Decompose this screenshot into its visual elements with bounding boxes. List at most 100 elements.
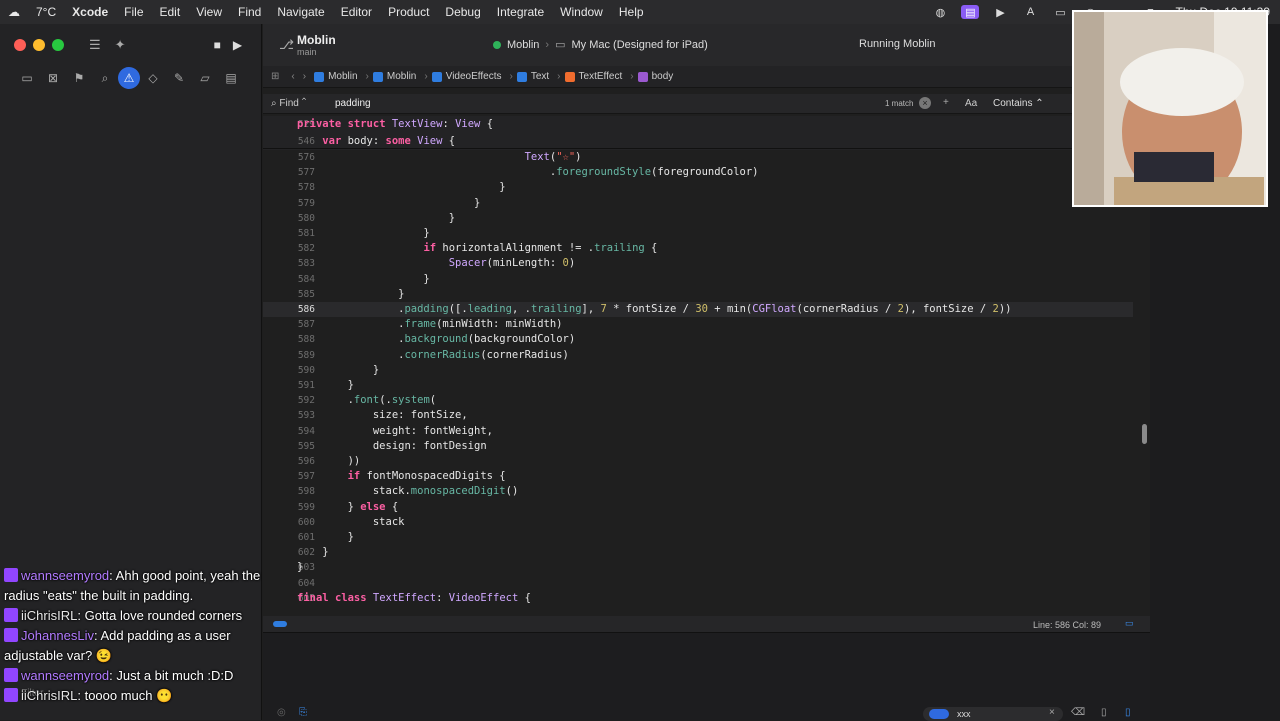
screen-share-icon[interactable]: ▤ bbox=[961, 5, 980, 19]
clear-find-icon[interactable]: × bbox=[919, 97, 931, 109]
code-line[interactable]: 584 } bbox=[263, 272, 1133, 287]
debug-bar: Line: 586 Col: 89 ▭ bbox=[263, 616, 1150, 632]
current-code-line[interactable]: 586 .padding([.leading, .trailing], 7 * … bbox=[263, 302, 1133, 317]
crumb-group-moblin[interactable]: Moblin bbox=[372, 71, 416, 82]
code-line[interactable]: 599 } else { bbox=[263, 500, 1133, 515]
play-icon[interactable]: ▶ bbox=[991, 5, 1009, 19]
battery-icon[interactable]: ▭ bbox=[1051, 5, 1069, 19]
code-line[interactable]: 592 .font(.system( bbox=[263, 393, 1133, 408]
forward-arrow-icon[interactable]: › bbox=[303, 71, 306, 82]
menu-find[interactable]: Find bbox=[230, 5, 269, 19]
related-items-icon[interactable]: ⊞ bbox=[271, 71, 279, 82]
split-left-icon[interactable]: ▯ bbox=[1101, 707, 1107, 718]
find-navigator-icon[interactable]: ⌕ bbox=[92, 67, 118, 89]
code-line[interactable]: 604 bbox=[263, 576, 1133, 591]
breakpoint-icon[interactable]: ▱ bbox=[192, 67, 218, 89]
menu-integrate[interactable]: Integrate bbox=[489, 5, 552, 19]
find-mode-selector[interactable]: ⌕ Find ⌃ bbox=[271, 98, 306, 109]
swift-file-icon bbox=[564, 71, 575, 82]
chat-message: wannseemyrod: Ahh good point, yeah the r… bbox=[4, 568, 261, 603]
code-line[interactable]: 580 } bbox=[263, 211, 1133, 226]
app-menu[interactable]: Xcode bbox=[64, 5, 116, 19]
code-line[interactable]: 577 .foregroundStyle(foregroundColor) bbox=[263, 165, 1133, 180]
crumb-body[interactable]: body bbox=[637, 71, 673, 82]
code-line[interactable]: 578 } bbox=[263, 180, 1133, 195]
crumb-texteffect[interactable]: TextEffect bbox=[564, 71, 622, 82]
folder-icon bbox=[431, 71, 442, 82]
code-line[interactable]: 601 } bbox=[263, 530, 1133, 545]
code-line[interactable]: 582 if horizontalAlignment != .trailing … bbox=[263, 241, 1133, 256]
property-icon bbox=[637, 71, 648, 82]
run-button[interactable]: ▶ bbox=[233, 38, 242, 52]
apple-logo-icon[interactable]: ☁ bbox=[0, 5, 28, 19]
code-line[interactable]: 585 } bbox=[263, 287, 1133, 302]
find-input[interactable]: padding bbox=[335, 98, 371, 109]
source-editor[interactable]: 529 private struct TextView: View {546 va… bbox=[263, 116, 1150, 636]
debug-spray-icon[interactable]: ✎ bbox=[166, 67, 192, 89]
issue-warning-icon[interactable]: ⚠ bbox=[118, 67, 140, 89]
code-line[interactable]: 587 .frame(minWidth: minWidth) bbox=[263, 317, 1133, 332]
console-filter-field[interactable]: xxx bbox=[923, 707, 1063, 721]
debug-area-toggle-icon[interactable]: ▭ bbox=[1125, 618, 1134, 629]
crumb-text[interactable]: Text bbox=[516, 71, 549, 82]
project-title[interactable]: Moblin main bbox=[297, 33, 336, 57]
code-line[interactable]: 597 if fontMonospacedDigits { bbox=[263, 469, 1133, 484]
code-line[interactable]: 600 stack bbox=[263, 515, 1133, 530]
back-arrow-icon[interactable]: ‹ bbox=[291, 71, 294, 82]
code-line[interactable]: 591 } bbox=[263, 378, 1133, 393]
chat-message: wannseemyrod: Just a bit much :D:D bbox=[4, 666, 286, 686]
code-line[interactable]: 605 final class TextEffect: VideoEffect { bbox=[263, 591, 1133, 606]
globe-icon[interactable]: ◍ bbox=[931, 5, 949, 19]
input-source-icon[interactable]: A bbox=[1021, 5, 1039, 19]
menu-debug[interactable]: Debug bbox=[437, 5, 488, 19]
code-line[interactable]: 594 weight: fontWeight, bbox=[263, 424, 1133, 439]
scheme-selector[interactable]: Moblin › ▭ My Mac (Designed for iPad) bbox=[493, 38, 708, 51]
webcam-overlay bbox=[1072, 10, 1268, 207]
add-pattern-icon[interactable]: + bbox=[943, 97, 949, 108]
code-line[interactable]: 579 } bbox=[263, 196, 1133, 211]
navigator-toggle-icon[interactable]: ☰ bbox=[89, 37, 101, 53]
split-right-icon[interactable]: ▯ bbox=[1125, 707, 1131, 718]
debug-memory-icon[interactable]: ⎘ bbox=[299, 707, 307, 718]
match-mode-selector[interactable]: Contains ⌃ bbox=[993, 98, 1044, 109]
code-line[interactable]: 581 } bbox=[263, 226, 1133, 241]
menu-file[interactable]: File bbox=[116, 5, 151, 19]
zoom-window-button[interactable] bbox=[52, 39, 64, 51]
match-case-button[interactable]: Aa bbox=[965, 98, 977, 109]
menu-help[interactable]: Help bbox=[611, 5, 652, 19]
report-icon[interactable]: ▤ bbox=[218, 67, 244, 89]
code-line[interactable]: 596 )) bbox=[263, 454, 1133, 469]
sparkle-icon[interactable]: ✦ bbox=[115, 37, 126, 53]
menu-view[interactable]: View bbox=[188, 5, 230, 19]
menu-editor[interactable]: Editor bbox=[333, 5, 380, 19]
sticky-scope-line[interactable]: 529 private struct TextView: View { bbox=[263, 116, 1133, 133]
code-line[interactable]: 583 Spacer(minLength: 0) bbox=[263, 256, 1133, 271]
code-line[interactable]: 598 stack.monospacedDigit() bbox=[263, 484, 1133, 499]
code-line[interactable]: 593 size: fontSize, bbox=[263, 408, 1133, 423]
code-line[interactable]: 590 } bbox=[263, 363, 1133, 378]
auto-icon[interactable]: ◎ bbox=[277, 707, 286, 718]
clear-filter-icon[interactable]: × bbox=[1049, 707, 1055, 718]
trash-icon[interactable]: ⌫ bbox=[1071, 707, 1085, 718]
folder-icon bbox=[516, 71, 527, 82]
code-line[interactable]: 595 design: fontDesign bbox=[263, 439, 1133, 454]
crumb-project[interactable]: Moblin bbox=[314, 71, 358, 82]
vertical-scrollbar[interactable] bbox=[1142, 424, 1147, 444]
menu-edit[interactable]: Edit bbox=[152, 5, 189, 19]
bookmark-icon[interactable]: ⚑ bbox=[66, 67, 92, 89]
code-line[interactable]: 589 .cornerRadius(cornerRadius) bbox=[263, 348, 1133, 363]
menu-product[interactable]: Product bbox=[380, 5, 437, 19]
menu-navigate[interactable]: Navigate bbox=[269, 5, 332, 19]
source-control-icon[interactable]: ⊠ bbox=[40, 67, 66, 89]
stop-button[interactable]: ■ bbox=[214, 38, 221, 52]
code-line[interactable]: 602 } bbox=[263, 545, 1133, 560]
test-diamond-icon[interactable]: ◇ bbox=[140, 67, 166, 89]
menu-window[interactable]: Window bbox=[552, 5, 611, 19]
minimize-window-button[interactable] bbox=[33, 39, 45, 51]
crumb-videoeffects[interactable]: VideoEffects bbox=[431, 71, 501, 82]
close-window-button[interactable] bbox=[14, 39, 26, 51]
code-line[interactable]: 603} bbox=[263, 560, 1133, 575]
code-line[interactable]: 588 .background(backgroundColor) bbox=[263, 332, 1133, 347]
code-line[interactable]: 576 Text("☆") bbox=[263, 150, 1133, 165]
folder-icon[interactable]: ▭ bbox=[14, 67, 40, 89]
